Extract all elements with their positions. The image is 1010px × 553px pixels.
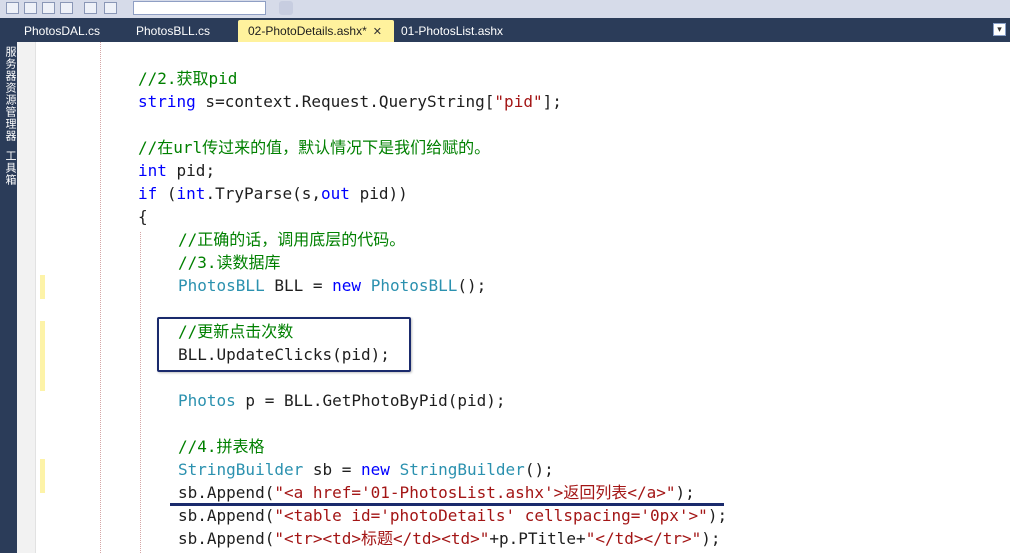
side-panel-strip: 服务器资源管理器 工具箱	[0, 42, 17, 553]
code-line: sb.Append("<table id='photoDetails' cell…	[178, 506, 728, 525]
outdent-icon[interactable]	[42, 2, 55, 14]
tab-label: PhotosDAL.cs	[24, 24, 101, 38]
format-icon[interactable]	[104, 2, 117, 14]
code-line: //正确的话，调用底层的代码。	[178, 230, 406, 249]
toolbar-button-icon[interactable]	[6, 2, 19, 14]
tab-photosdal[interactable]: PhotosDAL.cs	[14, 20, 110, 42]
indent-guide	[140, 232, 141, 553]
toolbar-combobox[interactable]	[133, 1, 266, 15]
gear-icon[interactable]	[279, 1, 293, 15]
code-editor[interactable]: //2.获取pid string s=context.Request.Query…	[36, 42, 1010, 553]
annotation-box	[157, 317, 411, 372]
tab-label: 02-PhotoDetails.ashx*	[248, 24, 367, 38]
indent-icon[interactable]	[24, 2, 37, 14]
code-line: {	[138, 207, 148, 226]
annotation-underline	[170, 503, 724, 506]
tab-photoslist[interactable]: 01-PhotosList.ashx	[391, 20, 513, 42]
uncomment-icon[interactable]	[84, 2, 97, 14]
tab-list-dropdown-icon[interactable]: ▾	[993, 23, 1006, 36]
document-tab-bar: PhotosDAL.cs PhotosBLL.cs 02-PhotoDetail…	[0, 18, 1010, 42]
change-marker	[40, 459, 45, 493]
code-line: sb.Append("<a href='01-PhotosList.ashx'>…	[178, 483, 695, 502]
tab-label: PhotosBLL.cs	[136, 24, 211, 38]
tab-photodetails[interactable]: 02-PhotoDetails.ashx* ✕	[238, 20, 394, 42]
toolbox-tab[interactable]: 工具箱	[2, 150, 18, 186]
indent-guide	[100, 42, 101, 553]
code-line: if (int.TryParse(s,out pid))	[138, 184, 408, 203]
change-marker	[40, 275, 45, 299]
code-line: //在url传过来的值，默认情况下是我们给赋的。	[138, 138, 491, 157]
code-line: Photos p = BLL.GetPhotoByPid(pid);	[178, 391, 506, 410]
code-line: PhotosBLL BLL = new PhotosBLL();	[178, 276, 487, 295]
code-line: string s=context.Request.QueryString["pi…	[138, 92, 562, 111]
tab-label: 01-PhotosList.ashx	[401, 24, 504, 38]
comment-icon[interactable]	[60, 2, 73, 14]
code-line: sb.Append("<tr><td>标题</td><td>"+p.PTitle…	[178, 529, 721, 548]
code-line: //2.获取pid	[138, 69, 238, 88]
code-line: //4.拼表格	[178, 437, 265, 456]
tab-photosbll[interactable]: PhotosBLL.cs	[126, 20, 220, 42]
server-explorer-tab[interactable]: 服务器资源管理器	[2, 46, 18, 142]
change-marker	[40, 321, 45, 391]
toolbar	[0, 0, 1010, 19]
code-line: //3.读数据库	[178, 253, 281, 272]
editor-gutter	[17, 42, 36, 553]
code-line: int pid;	[138, 161, 216, 180]
close-icon[interactable]: ✕	[373, 21, 382, 43]
code-line: StringBuilder sb = new StringBuilder();	[178, 460, 554, 479]
